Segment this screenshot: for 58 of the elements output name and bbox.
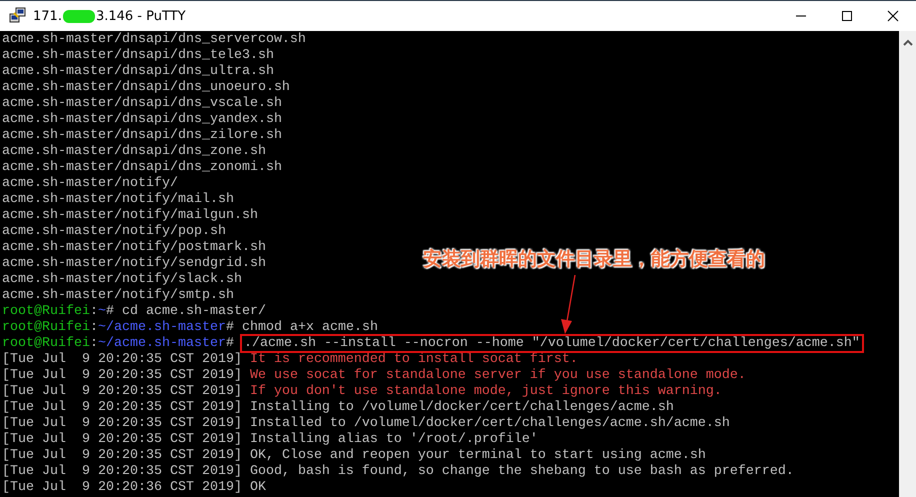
maximize-icon bbox=[841, 10, 853, 22]
log-timestamp: [Tue Jul 9 20:20:35 CST 2019] bbox=[2, 464, 242, 479]
log-timestamp: [Tue Jul 9 20:20:35 CST 2019] bbox=[2, 352, 242, 367]
terminal-line: acme.sh-master/notify/smtp.sh bbox=[2, 288, 234, 304]
scroll-up-icon[interactable] bbox=[902, 39, 912, 47]
prompt-path: ~/acme.sh-master bbox=[98, 336, 226, 351]
terminal-line: acme.sh-master/notify/ bbox=[2, 176, 178, 192]
terminal-line: acme.sh-master/notify/postmark.sh bbox=[2, 240, 266, 256]
terminal-line: acme.sh-master/dnsapi/dns_servercow.sh bbox=[2, 32, 306, 48]
log-message: OK, Close and reopen your terminal to start using acme.sh bbox=[250, 448, 706, 463]
terminal-line: acme.sh-master/notify/mail.sh bbox=[2, 192, 234, 208]
prompt-symbol: # bbox=[226, 336, 234, 351]
log-message: Good, bash is found, so change the shebang to use bash as preferred. bbox=[250, 464, 794, 479]
terminal-line: acme.sh-master/dnsapi/dns_yandex.sh bbox=[2, 112, 282, 128]
log-timestamp: [Tue Jul 9 20:20:35 CST 2019] bbox=[2, 416, 242, 431]
window-title: 171. bbox=[33, 8, 62, 24]
prompt-user: root@Ruifei bbox=[2, 320, 90, 335]
prompt-user: root@Ruifei bbox=[2, 304, 90, 319]
terminal-line: acme.sh-master/dnsapi/dns_unoeuro.sh bbox=[2, 80, 290, 96]
log-message: Installed to /volumel/docker/cert/challenges/acme.sh/acme.sh bbox=[250, 416, 730, 431]
putty-icon bbox=[9, 7, 27, 25]
command-text: chmod a+x acme.sh bbox=[242, 320, 378, 335]
prompt-user: root@Ruifei bbox=[2, 336, 90, 351]
log-message: If you don't use standalone mode, just ignore this warning. bbox=[250, 384, 722, 399]
terminal-line: acme.sh-master/notify/mailgun.sh bbox=[2, 208, 258, 224]
terminal-line: acme.sh-master/notify/pop.sh bbox=[2, 224, 226, 240]
annotation-text: 安装到群晖的文件目录里，能方便查看的 bbox=[423, 247, 765, 272]
log-message: Installing to /volumel/docker/cert/challenges/acme.sh bbox=[250, 400, 674, 415]
terminal-line: acme.sh-master/dnsapi/dns_zilore.sh bbox=[2, 128, 282, 144]
prompt-separator: : bbox=[90, 336, 98, 351]
terminal-line: acme.sh-master/notify/sendgrid.sh bbox=[2, 256, 266, 272]
log-message: It is recommended to install socat first. bbox=[250, 352, 578, 367]
prompt-path: ~ bbox=[98, 304, 106, 319]
prompt-symbol: # bbox=[106, 304, 114, 319]
log-message: OK bbox=[250, 480, 266, 495]
terminal-line: acme.sh-master/dnsapi/dns_tele3.sh bbox=[2, 48, 274, 64]
log-timestamp: [Tue Jul 9 20:20:35 CST 2019] bbox=[2, 384, 242, 399]
scrollbar[interactable] bbox=[899, 31, 916, 497]
prompt-path: ~/acme.sh-master bbox=[98, 320, 226, 335]
close-icon bbox=[887, 10, 899, 22]
log-timestamp: [Tue Jul 9 20:20:35 CST 2019] bbox=[2, 368, 242, 383]
window-title: 3.146 - PuTTY bbox=[96, 8, 186, 24]
terminal-line: acme.sh-master/dnsapi/dns_zone.sh bbox=[2, 144, 266, 160]
prompt-symbol: # bbox=[226, 320, 234, 335]
log-message: Installing alias to '/root/.profile' bbox=[250, 432, 538, 447]
log-timestamp: [Tue Jul 9 20:20:35 CST 2019] bbox=[2, 432, 242, 447]
log-timestamp: [Tue Jul 9 20:20:35 CST 2019] bbox=[2, 400, 242, 415]
log-message: We use socat for standalone server if you use standalone mode. bbox=[250, 368, 746, 383]
command-text: ./acme.sh --install --nocron --home "/volumel/docker/cert/challenges/acme.sh" bbox=[242, 336, 862, 351]
terminal-line: acme.sh-master/notify/slack.sh bbox=[2, 272, 242, 288]
log-timestamp: [Tue Jul 9 20:20:36 CST 2019] bbox=[2, 480, 242, 495]
command-text: cd acme.sh-master/ bbox=[122, 304, 266, 319]
terminal-line: acme.sh-master/dnsapi/dns_zonomi.sh bbox=[2, 160, 282, 176]
prompt-separator: : bbox=[90, 320, 98, 335]
log-timestamp: [Tue Jul 9 20:20:35 CST 2019] bbox=[2, 448, 242, 463]
terminal-line: acme.sh-master/dnsapi/dns_ultra.sh bbox=[2, 64, 274, 80]
terminal-line: acme.sh-master/dnsapi/dns_vscale.sh bbox=[2, 96, 282, 112]
prompt-separator: : bbox=[90, 304, 98, 319]
